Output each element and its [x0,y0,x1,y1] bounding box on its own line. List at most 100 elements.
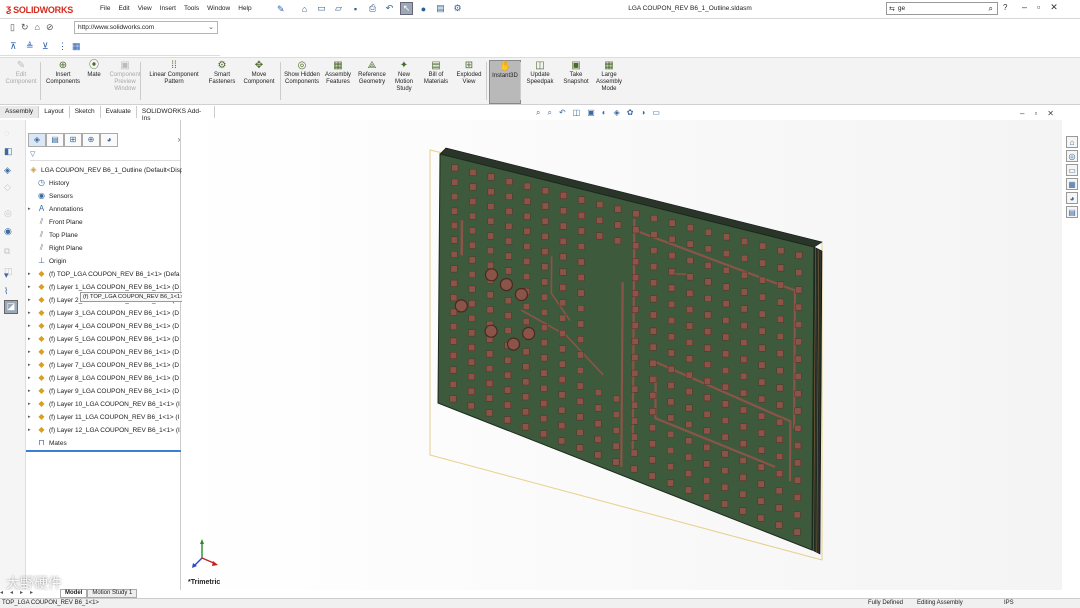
file-properties-icon[interactable]: ▤ [434,2,447,15]
distribute-icon[interactable]: ⋮ [58,41,67,52]
tab-layout[interactable]: Layout [39,106,70,118]
hide-show-icon[interactable]: ◈ [614,108,620,118]
view-cube-icon[interactable]: ◈ [4,165,11,176]
tree-item[interactable]: ⫽ Right Plane [28,242,83,254]
mirror-icon[interactable]: ⧉ [4,246,10,257]
tab-motion-study[interactable]: Motion Study 1 [87,589,138,598]
cmd-instant3d-button[interactable]: ✋ Instant3D [489,60,521,104]
expand-arrow-icon[interactable]: ▸ [28,310,36,316]
print-icon[interactable]: ⎙ [366,2,379,15]
dimxpert-tab-icon[interactable]: ⊕ [82,133,100,147]
tab-model[interactable]: Model [60,589,88,598]
tree-root[interactable]: ◈ LGA COUPON_REV B6_1_Outline (Default<D… [28,164,183,176]
minimize-icon[interactable]: – [1022,2,1027,13]
tab-evaluate[interactable]: Evaluate [101,106,137,118]
flatten-icon[interactable]: ⌇ [4,286,8,297]
view-orientation-icon[interactable]: ▣ [587,108,595,118]
align-bottom-icon[interactable]: ⊻ [42,41,49,52]
chevron-down-icon[interactable]: ⌄ [208,23,214,31]
doc-minimize-icon[interactable]: – [1020,109,1024,118]
relation-icon[interactable]: ◎ [4,208,12,219]
section-view-icon[interactable]: ◫ [573,108,581,118]
expand-arrow-icon[interactable]: ▸ [28,349,36,355]
appearance-icon[interactable]: ◉ [4,226,12,237]
tree-component[interactable]: ▸ ◆ (f) Layer 10_LGA COUPON_REV B6_1<1> (I [28,398,180,410]
status-units[interactable]: IPS [1004,600,1014,606]
expand-arrow-icon[interactable]: ▸ [28,388,36,394]
search-input[interactable]: ⇆ ge ⌕ [886,2,998,15]
expand-arrow-icon[interactable]: ▸ [28,271,36,277]
panel-divider[interactable] [26,450,181,452]
align-top-icon[interactable]: ⊼ [10,41,17,52]
menu-edit[interactable]: Edit [118,5,129,12]
options-icon[interactable]: ⚙ [451,2,464,15]
tab-assembly[interactable]: Assembly [0,106,40,118]
restore-icon[interactable]: ▫ [1037,2,1040,13]
graphics-area[interactable] [182,120,1062,590]
tree-component[interactable]: ▸ ◆ (f) Layer 3_LGA COUPON_REV B6_1<1> (D [28,307,179,319]
new-document-icon[interactable]: ▭ [315,2,328,15]
cmd-bom-button[interactable]: ▤ Bill of Materials [421,60,451,104]
grid-icon[interactable]: ▦ [72,41,81,52]
tab-sketch[interactable]: Sketch [70,106,101,118]
filter-icon[interactable]: ▽ [30,150,180,161]
tab-addins[interactable]: SOLIDWORKS Add-Ins [137,106,215,122]
cmd-assembly-features-button[interactable]: ▦ Assembly Features [323,60,353,104]
doc-close-icon[interactable]: ✕ [1047,109,1054,118]
web-home-icon[interactable]: ⌂ [35,22,40,33]
feature-tree-tab-icon[interactable]: ◈ [28,133,46,147]
smart-dimension-icon[interactable]: ◧ [4,146,13,157]
help-icon[interactable]: ? [1003,3,1007,12]
tree-item[interactable]: ◉ Sensors [28,190,73,202]
tree-component[interactable]: ▸ ◆ (f) Layer 11_LGA COUPON_REV B6_1<1> (I [28,411,179,423]
tree-item[interactable]: ▸ A Annotations [28,203,83,215]
rebuild-icon[interactable]: ● [417,2,430,15]
design-library-icon[interactable]: ◎ [1066,150,1078,162]
edit-appearance-icon[interactable]: ✿ [627,108,634,118]
cmd-linear-pattern-button[interactable]: ⁞⁞ Linear Component Pattern [146,60,202,104]
cmd-component-preview-button[interactable]: ▣ Component Preview Window [108,60,142,104]
view-palette-icon[interactable]: ▦ [1066,178,1078,190]
zoom-to-fit-icon[interactable]: ⌕ [536,108,540,118]
cmd-speedpak-button[interactable]: ◫ Update Speedpak [524,60,556,104]
url-field[interactable]: http://www.solidworks.com ⌄ [74,21,218,34]
web-refresh-icon[interactable]: ↻ [21,22,29,33]
cmd-large-assembly-button[interactable]: ▦ Large Assembly Mode [594,60,624,104]
connector-icon[interactable]: ▾ [4,270,9,281]
menu-help[interactable]: Help [238,5,251,12]
tree-item[interactable]: ⊥ Origin [28,255,66,267]
search-icon[interactable]: ⌕ [989,4,993,14]
tree-component[interactable]: ▸ ◆ (f) Layer 9_LGA COUPON_REV B6_1<1> (D [28,385,179,397]
menu-tools[interactable]: Tools [184,5,199,12]
menu-file[interactable]: File [100,5,110,12]
cmd-move-component-button[interactable]: ✥ Move Component [240,60,278,104]
select-icon[interactable]: ↖ [400,2,413,15]
appearances-icon[interactable]: ◕ [1066,192,1078,204]
expand-arrow-icon[interactable]: ▸ [28,362,36,368]
file-explorer-icon[interactable]: ▭ [1066,164,1078,176]
expand-arrow-icon[interactable]: ▸ [28,297,36,303]
align-middle-icon[interactable]: ≜ [26,41,34,52]
web-back-icon[interactable]: ▯ [10,22,15,33]
close-icon[interactable]: ✕ [1050,2,1058,13]
web-stop-icon[interactable]: ⊘ [46,22,54,33]
doc-restore-icon[interactable]: ▫ [1034,109,1037,118]
pattern-icon[interactable]: ◇ [4,182,11,193]
expand-arrow-icon[interactable]: ▸ [28,375,36,381]
search-scope-icon[interactable]: ⇆ [889,5,895,13]
tree-component[interactable]: ▸ ◆ (f) Layer 6_LGA COUPON_REV B6_1<1> (D [28,346,179,358]
cmd-edit-component-button[interactable]: ✎ Edit Component [6,60,37,104]
menu-view[interactable]: View [138,5,152,12]
save-icon[interactable]: ▪ [349,2,362,15]
cmd-show-hidden-button[interactable]: ◎ Show Hidden Components [284,60,320,104]
expand-arrow-icon[interactable]: ▸ [28,336,36,342]
tree-component[interactable]: ▸ ◆ (f) Layer 5_LGA COUPON_REV B6_1<1> (D [28,333,179,345]
tree-item[interactable]: ⊓ Mates [28,437,66,449]
solidworks-resources-icon[interactable]: ⌂ [1066,136,1078,148]
display-style-icon[interactable]: ◐ [602,108,607,118]
expand-arrow-icon[interactable]: ▸ [28,427,36,433]
sketch-tool-icon[interactable]: ◌ [4,128,9,138]
cmd-snapshot-button[interactable]: ▣ Take Snapshot [560,60,592,104]
cmd-motion-study-button[interactable]: ✦ New Motion Study [391,60,417,104]
tree-item[interactable]: ⫽ Front Plane [28,216,83,228]
